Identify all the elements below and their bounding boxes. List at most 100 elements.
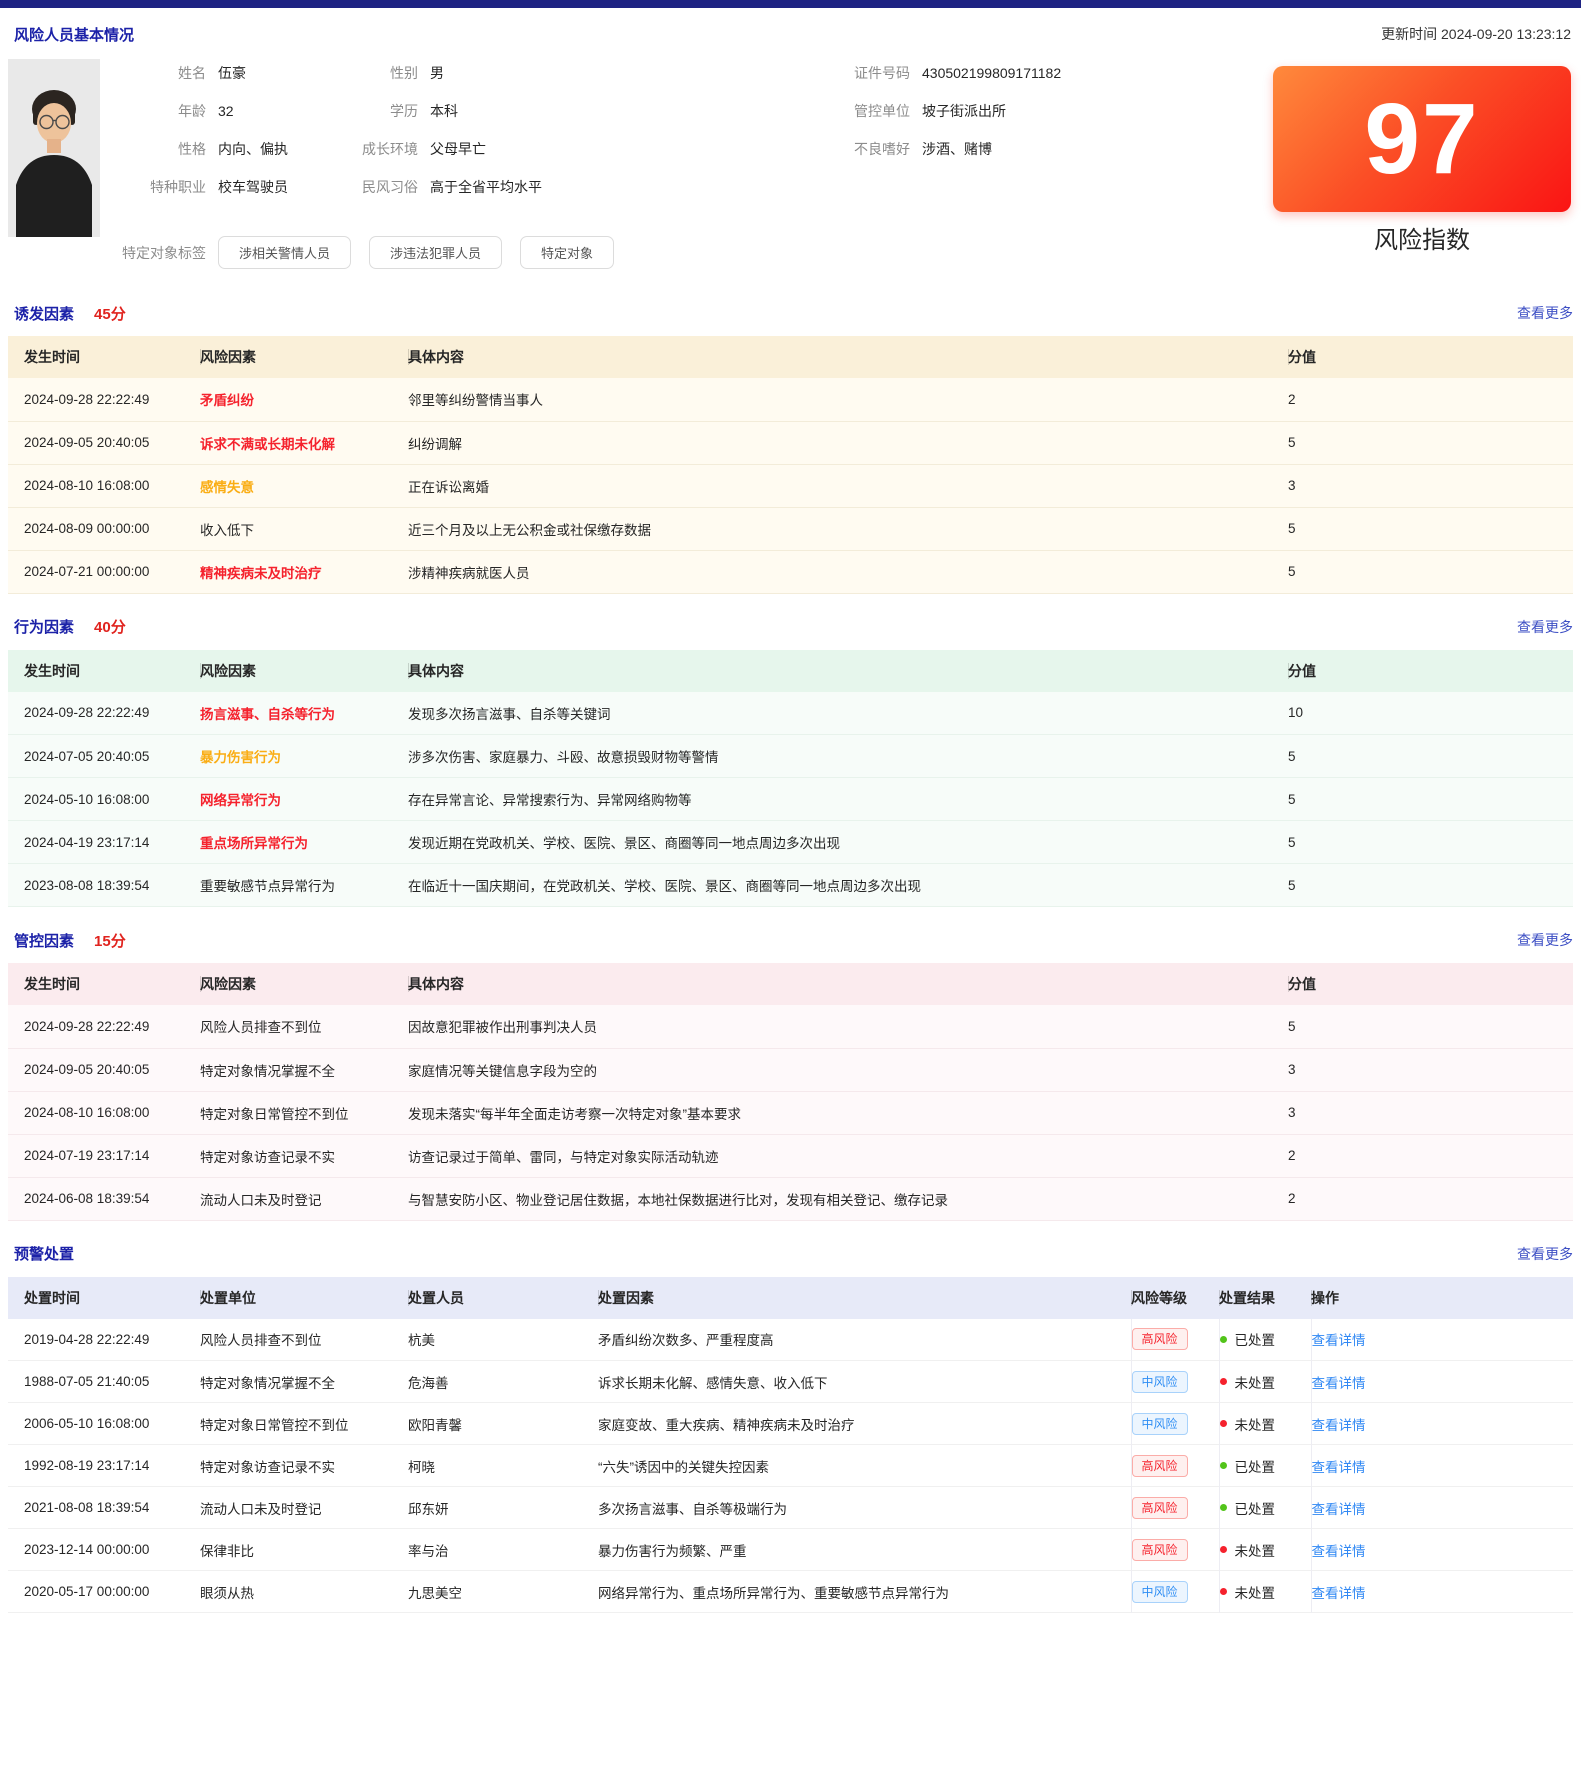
cell-score: 5 xyxy=(1288,550,1573,593)
cell-disposal-factor: 家庭变故、重大疾病、精神疾病未及时治疗 xyxy=(598,1403,1131,1445)
section-header: 管控因素 15分 查看更多 xyxy=(8,929,1573,951)
field-value: 430502199809171182 xyxy=(922,65,1061,81)
view-detail-link[interactable]: 查看详情 xyxy=(1312,1333,1366,1348)
section-score: 40分 xyxy=(94,616,126,637)
view-more-link[interactable]: 查看更多 xyxy=(1517,303,1573,323)
cell-time: 2024-07-21 00:00:00 xyxy=(8,550,200,593)
cell-factor: 网络异常行为 xyxy=(200,778,408,821)
special-object-tag[interactable]: 涉违法犯罪人员 xyxy=(369,236,502,269)
result-text: 已处置 xyxy=(1235,1456,1276,1476)
cell-time: 2024-07-05 20:40:05 xyxy=(8,735,200,778)
section-header: 行为因素 40分 查看更多 xyxy=(8,616,1573,638)
cell-disposal-person: 柯晓 xyxy=(408,1445,598,1487)
col-header-score: 分值 xyxy=(1288,336,1573,378)
cell-disposal-factor: 网络异常行为、重点场所异常行为、重要敏感节点异常行为 xyxy=(598,1571,1131,1613)
cell-score: 5 xyxy=(1288,778,1573,821)
table-header-row: 处置时间 处置单位 处置人员 处置因素 风险等级 处置结果 操作 xyxy=(8,1277,1573,1319)
view-more-link[interactable]: 查看更多 xyxy=(1517,1244,1573,1264)
cell-disposal-time: 2021-08-08 18:39:54 xyxy=(8,1487,200,1529)
cell-time: 2024-09-05 20:40:05 xyxy=(8,421,200,464)
profile-field: 成长环境 父母早亡 xyxy=(338,130,542,168)
cell-disposal-person: 杭美 xyxy=(408,1319,598,1361)
cell-factor: 特定对象访查记录不实 xyxy=(200,1134,408,1177)
cell-content: 家庭情况等关键信息字段为空的 xyxy=(408,1048,1288,1091)
view-detail-link[interactable]: 查看详情 xyxy=(1312,1376,1366,1391)
special-object-tag[interactable]: 特定对象 xyxy=(520,236,614,269)
col-header-factor: 风险因素 xyxy=(200,650,408,692)
status-dot-icon xyxy=(1220,1378,1227,1385)
field-value: 高于全省平均水平 xyxy=(430,177,542,197)
cell-factor: 感情失意 xyxy=(200,464,408,507)
disposal-result-status: 已处置 xyxy=(1220,1456,1276,1476)
cell-score: 3 xyxy=(1288,1048,1573,1091)
view-detail-link[interactable]: 查看详情 xyxy=(1312,1586,1366,1601)
cell-score: 5 xyxy=(1288,507,1573,550)
cell-disposal-result: 已处置 xyxy=(1219,1445,1311,1487)
field-label: 证件号码 xyxy=(788,63,910,83)
cell-factor: 诉求不满或长期未化解 xyxy=(200,421,408,464)
result-text: 已处置 xyxy=(1235,1329,1276,1349)
cell-content: 发现未落实“每半年全面走访考察一次特定对象”基本要求 xyxy=(408,1091,1288,1134)
profile-fields-col1: 姓名 伍豪 年龄 32 性格 内向、偏执 特种职业 校车驾驶员 xyxy=(122,54,288,206)
disposal-row: 1988-07-05 21:40:05 特定对象情况掌握不全 危海善 诉求长期未… xyxy=(8,1361,1573,1403)
view-detail-link[interactable]: 查看详情 xyxy=(1312,1418,1366,1433)
cell-content: 涉多次伤害、家庭暴力、斗殴、故意损毁财物等警情 xyxy=(408,735,1288,778)
disposal-result-status: 已处置 xyxy=(1220,1329,1276,1349)
cell-content: 与智慧安防小区、物业登记居住数据，本地社保数据进行比对，发现有相关登记、缴存记录 xyxy=(408,1177,1288,1220)
disposal-row: 2020-05-17 00:00:00 眼须从热 九思美空 网络异常行为、重点场… xyxy=(8,1571,1573,1613)
tags-list: 涉相关警情人员涉违法犯罪人员特定对象 xyxy=(218,236,632,269)
col-header-factor: 风险因素 xyxy=(200,963,408,1005)
cell-factor: 精神疾病未及时治疗 xyxy=(200,550,408,593)
special-object-tag[interactable]: 涉相关警情人员 xyxy=(218,236,351,269)
cell-disposal-time: 2023-12-14 00:00:00 xyxy=(8,1529,200,1571)
field-value: 伍豪 xyxy=(218,63,246,83)
cell-disposal-factor: 矛盾纠纷次数多、严重程度高 xyxy=(598,1319,1131,1361)
view-detail-link[interactable]: 查看详情 xyxy=(1312,1502,1366,1517)
col-header-disposal-unit: 处置单位 xyxy=(200,1277,408,1319)
result-text: 未处置 xyxy=(1235,1540,1276,1560)
cell-action: 查看详情 xyxy=(1311,1445,1573,1487)
cell-factor: 特定对象情况掌握不全 xyxy=(200,1048,408,1091)
col-header-time: 发生时间 xyxy=(8,963,200,1005)
section-header: 预警处置 查看更多 xyxy=(8,1243,1573,1265)
profile-field: 不良嗜好 涉酒、赌博 xyxy=(788,130,1061,168)
field-value: 涉酒、赌博 xyxy=(922,139,992,159)
cell-disposal-unit: 特定对象日常管控不到位 xyxy=(200,1403,408,1445)
disposal-row: 1992-08-19 23:17:14 特定对象访查记录不实 柯晓 “六失”诱因… xyxy=(8,1445,1573,1487)
field-value: 内向、偏执 xyxy=(218,139,288,159)
risk-level-badge: 中风险 xyxy=(1132,1413,1188,1435)
view-more-link[interactable]: 查看更多 xyxy=(1517,617,1573,637)
cell-score: 2 xyxy=(1288,1134,1573,1177)
result-text: 未处置 xyxy=(1235,1582,1276,1602)
section-warning-disposal: 预警处置 查看更多 处置时间 处置单位 处置人员 处置因素 风险等级 处置结果 … xyxy=(0,1243,1581,1614)
profile-field: 姓名 伍豪 xyxy=(122,54,288,92)
factor-row: 2024-08-09 00:00:00 收入低下 近三个月及以上无公积金或社保缴… xyxy=(8,507,1573,550)
view-detail-link[interactable]: 查看详情 xyxy=(1312,1460,1366,1475)
cell-content: 在临近十一国庆期间，在党政机关、学校、医院、景区、商圈等同一地点周边多次出现 xyxy=(408,864,1288,907)
cell-action: 查看详情 xyxy=(1311,1571,1573,1613)
view-more-link[interactable]: 查看更多 xyxy=(1517,930,1573,950)
cell-score: 2 xyxy=(1288,1177,1573,1220)
field-label: 性别 xyxy=(338,63,418,83)
cell-score: 5 xyxy=(1288,735,1573,778)
disposal-result-status: 未处置 xyxy=(1220,1414,1276,1434)
risk-level-badge: 高风险 xyxy=(1132,1455,1188,1477)
result-text: 未处置 xyxy=(1235,1372,1276,1392)
cell-action: 查看详情 xyxy=(1311,1403,1573,1445)
cell-time: 2024-09-28 22:22:49 xyxy=(8,692,200,735)
cell-action: 查看详情 xyxy=(1311,1319,1573,1361)
cell-factor: 收入低下 xyxy=(200,507,408,550)
cell-score: 5 xyxy=(1288,864,1573,907)
profile-field: 证件号码 430502199809171182 xyxy=(788,54,1061,92)
cell-disposal-result: 未处置 xyxy=(1219,1361,1311,1403)
cell-time: 2024-05-10 16:08:00 xyxy=(8,778,200,821)
view-detail-link[interactable]: 查看详情 xyxy=(1312,1544,1366,1559)
cell-time: 2024-08-09 00:00:00 xyxy=(8,507,200,550)
disposal-row: 2021-08-08 18:39:54 流动人口未及时登记 邱东妍 多次扬言滋事… xyxy=(8,1487,1573,1529)
risk-level-badge: 高风险 xyxy=(1132,1539,1188,1561)
cell-risk-level: 高风险 xyxy=(1131,1445,1219,1487)
factor-row: 2024-08-10 16:08:00 特定对象日常管控不到位 发现未落实“每半… xyxy=(8,1091,1573,1134)
cell-factor: 暴力伤害行为 xyxy=(200,735,408,778)
cell-score: 2 xyxy=(1288,378,1573,421)
cell-disposal-time: 2006-05-10 16:08:00 xyxy=(8,1403,200,1445)
